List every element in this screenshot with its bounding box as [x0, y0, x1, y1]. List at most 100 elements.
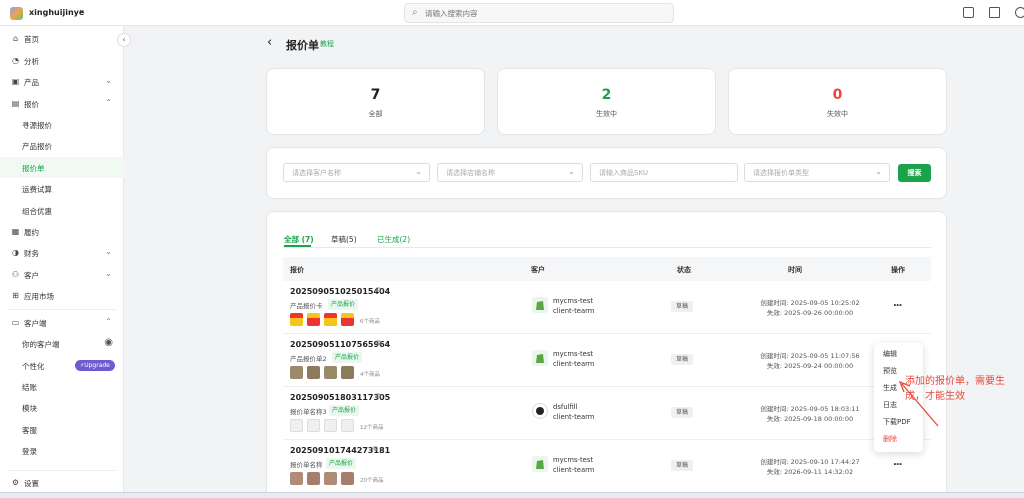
- global-search[interactable]: ⌕: [404, 3, 674, 23]
- table-row[interactable]: 20250910174427318​1 ⧉ 报价单名称 产品报价 20个商品 m…: [283, 440, 931, 493]
- sidebar-item-label: 结账: [22, 383, 37, 392]
- search-input[interactable]: [425, 7, 665, 20]
- sidebar-item-checkout[interactable]: 结账: [0, 376, 124, 397]
- stat-label: 生效中: [596, 110, 617, 118]
- quote-type-select[interactable]: 请选择报价单类型 ⌄: [744, 163, 890, 182]
- product-thumbnail: [341, 313, 354, 326]
- upgrade-label: Upgrade: [84, 362, 110, 369]
- chevron-up-icon: ⌃: [105, 98, 112, 107]
- window-icon[interactable]: [963, 7, 974, 18]
- sidebar-item-label: 登录: [22, 447, 37, 456]
- search-button[interactable]: 搜索: [898, 164, 931, 182]
- sidebar-item-fulfillment[interactable]: ▦ 履约: [0, 221, 124, 242]
- column-header: 客户: [531, 266, 545, 274]
- product-count: 4个商品: [360, 372, 380, 378]
- created-time: 创建时间: 2025-09-10 17:44:27: [760, 458, 860, 466]
- fulfill-icon: ▦: [11, 227, 20, 236]
- sku-input[interactable]: 请输入商品SKU: [590, 163, 738, 182]
- customer-store: client-tearm: [553, 360, 595, 368]
- sidebar-item-label: 报价: [24, 100, 39, 109]
- apps-icon: ⊞: [12, 291, 19, 300]
- product-thumbnail: [324, 366, 337, 379]
- sidebar-item-quote-list[interactable]: 报价单: [0, 157, 124, 178]
- tab-draft[interactable]: 草稿(5): [331, 234, 357, 245]
- table-header: 报价 客户 状态 时间 操作: [283, 257, 931, 281]
- sidebar-item-label: 设置: [24, 479, 39, 488]
- sidebar-item-login[interactable]: 登录: [0, 440, 124, 461]
- product-thumbnail: [341, 419, 354, 432]
- bottom-scrollbar[interactable]: [0, 492, 1024, 498]
- eye-icon[interactable]: ◉: [104, 337, 113, 348]
- annotation-label: 添加的报价单，需要生成，才能生效: [905, 376, 1005, 402]
- annotation-text: 添加的报价单，需要生成，才能生效: [905, 374, 1015, 404]
- sidebar-item-bundle-discount[interactable]: 组合优惠: [0, 200, 124, 221]
- tab-generated[interactable]: 已生成(2): [377, 234, 410, 245]
- copy-icon[interactable]: ⧉: [376, 339, 381, 348]
- menu-item-edit[interactable]: 编辑: [883, 349, 897, 359]
- sidebar-item-client[interactable]: ▭ 客户端 ⌃: [0, 312, 124, 333]
- document-icon[interactable]: [989, 7, 1000, 18]
- table-row[interactable]: 20250905102501540​4 ⧉ 产品报价卡 产品报价 6个商品 my…: [283, 281, 931, 334]
- store-select[interactable]: 请选择店铺名称 ⌄: [437, 163, 583, 182]
- copy-icon[interactable]: ⧉: [376, 392, 381, 401]
- sidebar-item-label: 首页: [24, 35, 39, 44]
- product-thumbnail: [341, 472, 354, 485]
- sidebar-item-your-client[interactable]: 你的客户端 ◉: [0, 333, 124, 354]
- stat-card-all[interactable]: 7 全部: [266, 68, 485, 135]
- status-badge: 草稿: [671, 460, 694, 471]
- active-tab-indicator: [284, 245, 311, 247]
- product-count: 12个商品: [360, 425, 384, 431]
- stat-card-expired[interactable]: 0 失效中: [728, 68, 947, 135]
- tab-all[interactable]: 全部 (7): [284, 234, 314, 245]
- stat-label: 失效中: [827, 110, 848, 118]
- cloud-icon[interactable]: [1015, 7, 1024, 18]
- upgrade-badge[interactable]: ⚡Upgrade: [75, 360, 115, 371]
- sidebar-item-sourcing-quote[interactable]: 寻源报价: [0, 114, 124, 135]
- column-header: 操作: [891, 266, 905, 274]
- sidebar-item-home[interactable]: ⌂ 首页: [0, 28, 124, 49]
- back-arrow-icon[interactable]: ‹: [267, 35, 272, 50]
- chevron-down-icon[interactable]: ⌄: [78, 5, 86, 15]
- shopify-icon: [532, 456, 548, 472]
- shopify-icon: [532, 297, 548, 313]
- table-row[interactable]: 20250905180311730​5 ⧉ 报价单名称3 产品报价 12个商品 …: [283, 387, 931, 440]
- tutorial-link[interactable]: 教程: [320, 39, 334, 49]
- quote-name: 报价单名称: [290, 461, 323, 469]
- product-thumbnail: [290, 313, 303, 326]
- column-header: 报价: [290, 266, 304, 274]
- menu-item-delete[interactable]: 删除: [883, 434, 897, 444]
- sidebar-item-modules[interactable]: 模块: [0, 397, 124, 418]
- column-header: 时间: [788, 266, 802, 274]
- copy-icon[interactable]: ⧉: [373, 445, 378, 454]
- sidebar: ⌂ 首页 ◔ 分析 ▣ 产品 ⌄ ▤ 报价 ⌃ 寻源报价 产品报价 报价单 运费试算 组合优…: [0, 26, 124, 498]
- stat-card-active[interactable]: 2 生效中: [497, 68, 716, 135]
- column-header: 状态: [677, 266, 691, 274]
- sidebar-item-support[interactable]: 客服: [0, 419, 124, 440]
- sidebar-item-product-quote[interactable]: 产品报价: [0, 135, 124, 156]
- tab-divider: [283, 247, 931, 248]
- brand-name[interactable]: xinghuijinye: [29, 8, 84, 17]
- sidebar-item-products[interactable]: ▣ 产品 ⌄: [0, 71, 124, 92]
- customer-select[interactable]: 请选择客户名称 ⌄: [283, 163, 430, 182]
- sidebar-item-shipping-calc[interactable]: 运费试算: [0, 178, 124, 199]
- menu-item-preview[interactable]: 预览: [883, 366, 897, 376]
- sidebar-item-customers[interactable]: ⚇ 客户 ⌄: [0, 264, 124, 285]
- copy-icon[interactable]: ⧉: [376, 286, 381, 295]
- sidebar-item-personalize[interactable]: 个性化 ⚡Upgrade: [0, 355, 124, 376]
- stat-label: 全部: [368, 110, 383, 118]
- product-thumbnail: [307, 472, 320, 485]
- created-time: 创建时间: 2025-09-05 18:03:11: [760, 405, 860, 413]
- sidebar-collapse-button[interactable]: ‹: [117, 33, 131, 47]
- table-row[interactable]: 20250905110756596​4 ⧉ 产品报价单2 产品报价 4个商品 m…: [283, 334, 931, 387]
- more-actions-button[interactable]: ...: [893, 298, 902, 309]
- sidebar-item-app-market[interactable]: ⊞ 应用市场: [0, 285, 124, 306]
- sidebar-item-settings[interactable]: ⚙ 设置: [0, 472, 124, 493]
- more-actions-button[interactable]: ...: [893, 457, 902, 468]
- sidebar-item-analytics[interactable]: ◔ 分析: [0, 50, 124, 71]
- expire-time: 失效: 2026-09-11 14:32:02: [766, 468, 854, 476]
- sidebar-item-finance[interactable]: ◑ 财务 ⌄: [0, 242, 124, 263]
- sidebar-item-label: 模块: [22, 404, 37, 413]
- divider: [8, 470, 116, 471]
- quote-type-tag: 产品报价: [329, 405, 360, 416]
- sidebar-item-quote[interactable]: ▤ 报价 ⌃: [0, 93, 124, 114]
